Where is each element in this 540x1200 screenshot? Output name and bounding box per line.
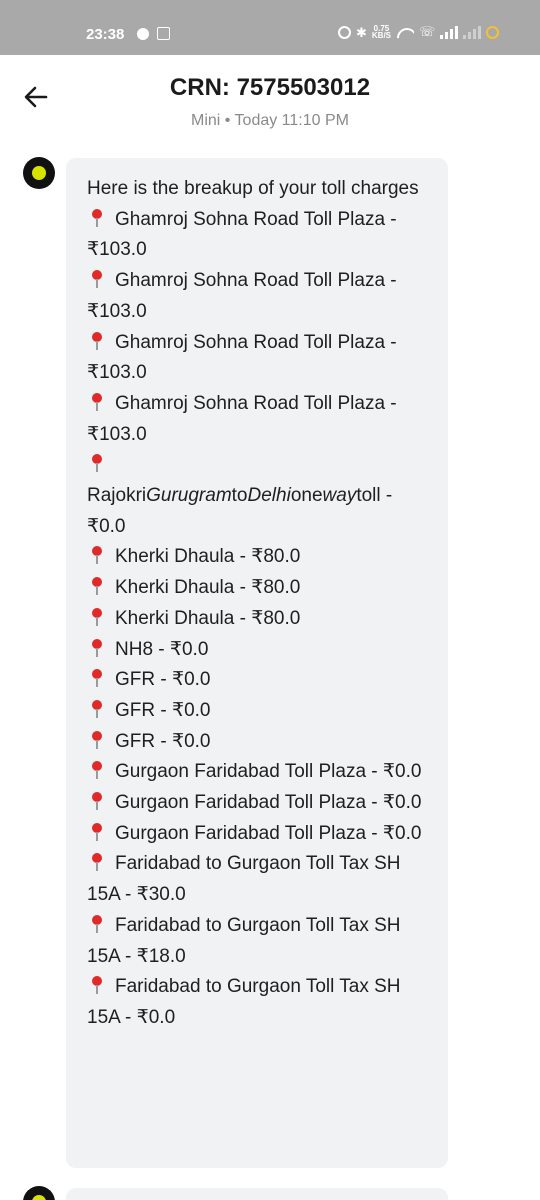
pin-icon [87,853,105,872]
list-item: Gurgaon Faridabad Toll Plaza - ₹0.0 [87,757,427,788]
list-item: Kherki Dhaula - ₹80.0 [87,604,427,635]
chat-notification-icon [137,27,149,40]
pin-icon [87,392,105,411]
page-title: CRN: 7575503012 [169,74,371,101]
alarm-icon [338,25,351,39]
status-bar: 23:38 ✱ 0.75 KB/S ☏ [0,0,540,55]
pin-icon [87,270,105,289]
list-item: Ghamroj Sohna Road Toll Plaza - ₹103.0 [87,208,397,261]
list-item: Ghamroj Sohna Road Toll Plaza - ₹103.0 [87,392,397,445]
message-bubble: Here is the breakup of your toll charges… [66,158,448,1168]
list-item: Faridabad to Gurgaon Toll Tax SH 15A - ₹… [87,976,401,1028]
ride-subtitle: Mini • Today 11:10 PM [191,112,349,129]
pin-icon [87,546,105,565]
status-time: 23:38 [86,26,125,43]
battery-icon [486,25,500,39]
pin-icon [87,792,105,811]
pin-icon [87,607,105,626]
pin-icon [87,638,105,657]
pin-icon [87,730,105,749]
list-item: Ghamroj Sohna Road Toll Plaza - ₹103.0 [87,270,397,322]
wifi-icon [396,26,414,39]
list-item: Gurgaon Faridabad Toll Plaza - ₹0.0 [87,819,427,850]
network-speed: 0.75 KB/S [371,25,392,40]
sender-avatar [23,157,55,189]
ride-header: CRN: 7575503012 Mini • Today 11:10 PM [0,55,540,150]
message-text: Here is the breakup of your toll charges… [87,174,427,1034]
app-notification-icon [157,27,170,40]
pin-icon [87,454,105,473]
pin-icon [87,822,105,841]
list-item: Gurgaon Faridabad Toll Plaza - ₹0.0 [87,788,427,819]
pin-icon [87,331,105,350]
pin-icon [87,208,105,227]
pin-icon [87,669,105,688]
pin-icon [87,914,105,933]
volte-call-icon: ☏ [419,24,436,39]
signal-sim2-icon [463,25,482,39]
list-item: GFR - ₹0.0 [87,727,427,758]
pin-icon [87,761,105,780]
list-item-rajokri: RajokriGurugramtoDelhionewaytoll - ₹0.0 [87,450,427,542]
list-item: Faridabad to Gurgaon Toll Tax SH 15A - ₹… [87,914,401,967]
list-item: Kherki Dhaula - ₹80.0 [87,542,427,573]
message-intro: Here is the breakup of your toll charges [87,178,419,199]
pin-icon [87,577,105,596]
list-item: GFR - ₹0.0 [87,696,427,727]
list-item: Ghamroj Sohna Road Toll Plaza - ₹103.0 [87,331,397,384]
signal-icon [440,25,459,39]
list-item: GFR - ₹0.0 [87,665,427,696]
list-item: Kherki Dhaula - ₹80.0 [87,573,427,604]
sender-avatar [23,1186,55,1200]
pin-icon [87,976,105,995]
pin-icon [87,699,105,718]
network-speed-unit: KB/S [371,31,392,40]
bluetooth-icon: ✱ [356,24,367,40]
list-item: NH8 - ₹0.0 [87,635,427,666]
message-bubble [66,1188,448,1200]
list-item: Faridabad to Gurgaon Toll Tax SH 15A - ₹… [87,853,401,906]
